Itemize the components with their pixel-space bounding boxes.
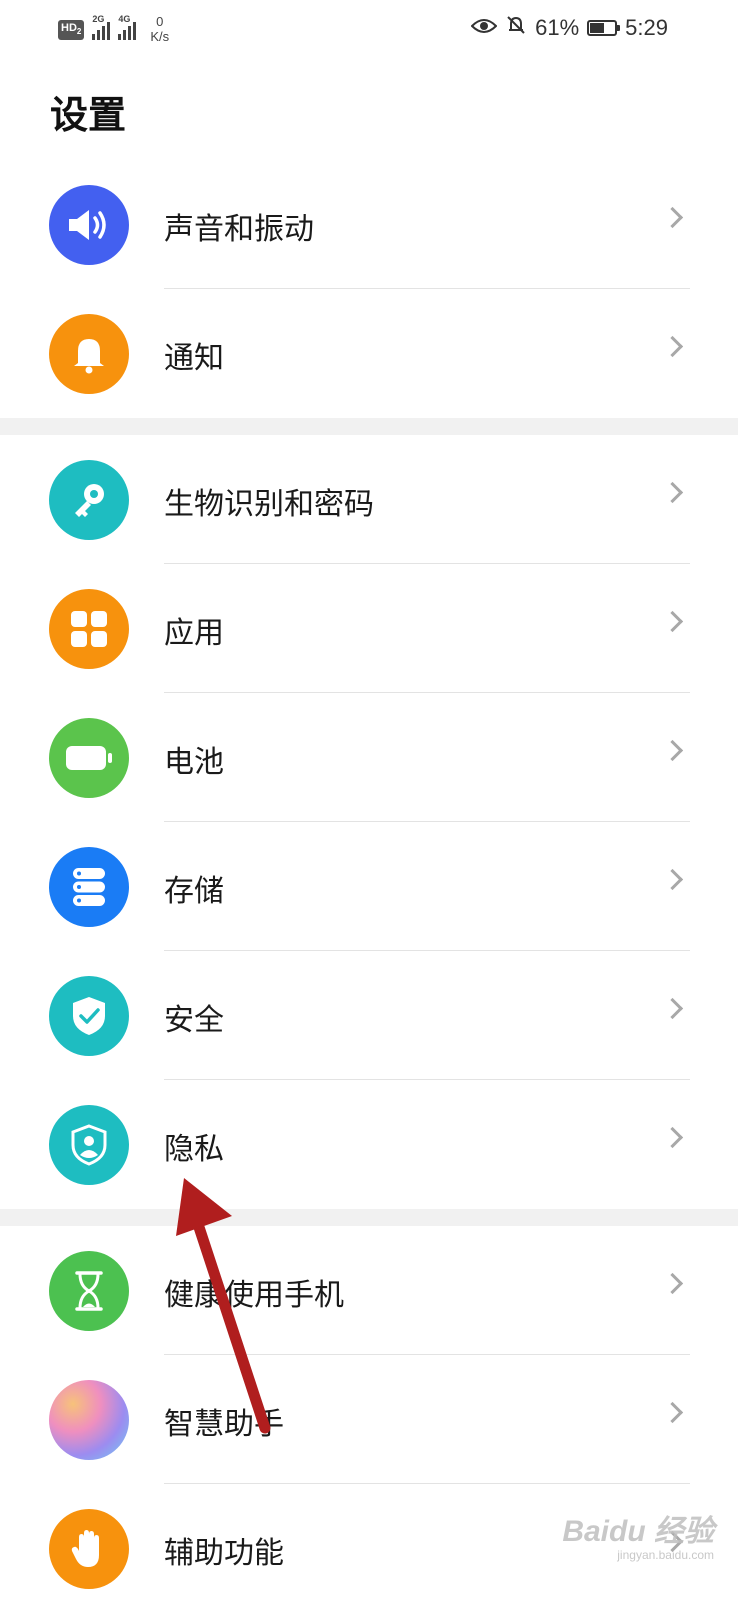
sim1-label: 2G xyxy=(92,14,105,24)
watermark: Baidu 经验 jingyan.baidu.com xyxy=(562,1506,714,1562)
settings-item-label: 存储 xyxy=(164,874,224,909)
chevron-right-icon xyxy=(661,739,684,762)
storage-icon xyxy=(49,847,129,927)
chevron-right-icon xyxy=(661,335,684,358)
battery-status-icon xyxy=(587,20,621,36)
settings-item-label: 电池 xyxy=(164,745,224,780)
hourglass-icon xyxy=(49,1251,129,1331)
settings-item-label: 智慧助手 xyxy=(164,1407,284,1442)
settings-item-label: 安全 xyxy=(164,1003,224,1038)
speed-value: 0 xyxy=(156,14,164,29)
status-bar: HD2 2G 4G 0 K/s 61% 5:29 xyxy=(0,0,738,56)
settings-item-label: 隐私 xyxy=(164,1132,224,1167)
chevron-right-icon xyxy=(661,481,684,504)
bell-icon xyxy=(49,314,129,394)
hd-voice-icon: HD2 xyxy=(58,20,85,41)
settings-item-label: 通知 xyxy=(164,341,224,376)
watermark-site: jingyan.baidu.com xyxy=(617,1548,714,1562)
battery-icon xyxy=(49,718,129,798)
settings-item-hourglass[interactable]: 健康使用手机 xyxy=(0,1226,738,1355)
settings-item-key[interactable]: 生物识别和密码 xyxy=(0,435,738,564)
watermark-brand: Baidu 经验 xyxy=(562,1515,714,1548)
settings-item-battery[interactable]: 电池 xyxy=(0,693,738,822)
sim2-label: 4G xyxy=(118,14,131,24)
hand-icon xyxy=(49,1509,129,1589)
chevron-right-icon xyxy=(661,1401,684,1424)
settings-item-label: 健康使用手机 xyxy=(164,1278,344,1313)
settings-item-bell[interactable]: 通知 xyxy=(0,289,738,418)
notification-off-icon xyxy=(505,14,527,42)
assistant-icon xyxy=(49,1380,129,1460)
signal-sim1-icon: 2G xyxy=(92,14,111,40)
shield-check-icon xyxy=(49,976,129,1056)
hd-label: HD xyxy=(61,22,77,34)
group-separator xyxy=(0,418,738,435)
page-title: 设置 xyxy=(50,93,127,137)
speed-unit: K/s xyxy=(150,29,170,44)
settings-item-storage[interactable]: 存储 xyxy=(0,822,738,951)
eye-icon xyxy=(470,15,498,41)
clock: 5:29 xyxy=(625,15,668,40)
settings-list: 声音和振动通知生物识别和密码 应用电池存储安全隐私健康使用手机 智慧助手辅助功能 xyxy=(0,160,738,1613)
settings-item-label: 应用 xyxy=(164,616,224,651)
signal-sim2-icon: 4G xyxy=(118,14,137,40)
settings-item-label: 辅助功能 xyxy=(164,1536,284,1571)
settings-item-label: 声音和振动 xyxy=(164,212,314,247)
privacy-shield-icon xyxy=(49,1105,129,1185)
key-icon xyxy=(49,460,129,540)
settings-item-apps-grid[interactable]: 应用 xyxy=(0,564,738,693)
apps-grid-icon xyxy=(49,589,129,669)
battery-percent: 61% xyxy=(535,15,580,40)
settings-item-shield-check[interactable]: 安全 xyxy=(0,951,738,1080)
settings-item-assistant[interactable]: 智慧助手 xyxy=(0,1355,738,1484)
settings-item-privacy-shield[interactable]: 隐私 xyxy=(0,1080,738,1209)
chevron-right-icon xyxy=(661,1126,684,1149)
hd-sub: 2 xyxy=(76,27,82,37)
speaker-icon xyxy=(49,185,129,265)
chevron-right-icon xyxy=(661,610,684,633)
chevron-right-icon xyxy=(661,868,684,891)
network-speed: 0 K/s xyxy=(150,14,169,44)
group-separator xyxy=(0,1209,738,1226)
chevron-right-icon xyxy=(661,206,684,229)
chevron-right-icon xyxy=(661,997,684,1020)
settings-item-label: 生物识别和密码 xyxy=(164,487,374,522)
chevron-right-icon xyxy=(661,1272,684,1295)
settings-item-speaker[interactable]: 声音和振动 xyxy=(0,160,738,289)
